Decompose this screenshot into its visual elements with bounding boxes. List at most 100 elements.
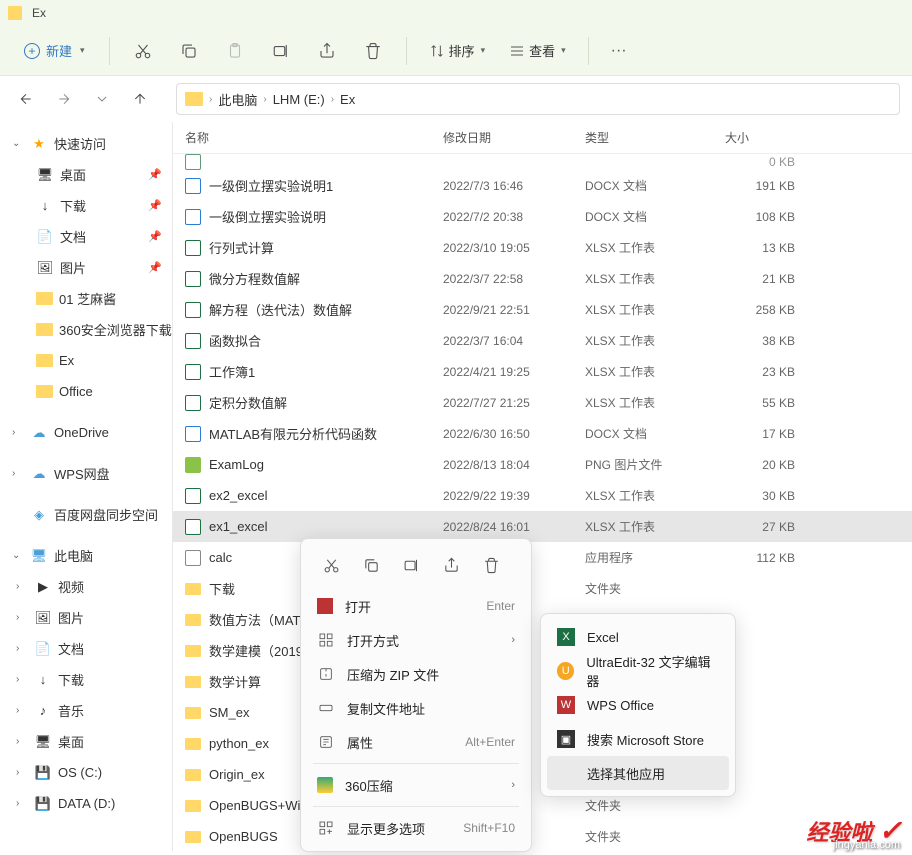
- file-row[interactable]: ExamLog2022/8/13 18:04PNG 图片文件20 KB: [173, 449, 912, 480]
- col-size[interactable]: 大小: [713, 129, 813, 146]
- submenu-wps[interactable]: W WPS Office: [547, 688, 729, 722]
- sidebar-quick-access[interactable]: ⌄ ★ 快速访问: [0, 128, 172, 159]
- ctx-rename-icon[interactable]: [393, 549, 429, 581]
- ctx-zip[interactable]: 压缩为 ZIP 文件: [307, 657, 525, 691]
- pic-icon: 🖼: [34, 610, 52, 626]
- sidebar-item[interactable]: ›♪音乐: [0, 695, 172, 726]
- file-row[interactable]: calc应用程序112 KB: [173, 542, 912, 573]
- file-row[interactable]: 下载 文件夹: [173, 573, 912, 604]
- breadcrumb-folder[interactable]: Ex: [340, 92, 355, 107]
- sidebar-item[interactable]: ›📄文档: [0, 633, 172, 664]
- file-row[interactable]: 一级倒立摆实验说明12022/7/3 16:46DOCX 文档191 KB: [173, 170, 912, 201]
- file-row[interactable]: ex1_excel2022/8/24 16:01XLSX 工作表27 KB: [173, 511, 912, 542]
- ctx-open-with[interactable]: 打开方式 ›: [307, 623, 525, 657]
- sidebar-item[interactable]: ↓下载📌: [0, 190, 172, 221]
- breadcrumb-drive[interactable]: LHM (E:): [273, 92, 325, 107]
- star-icon: ★: [30, 136, 48, 152]
- file-row[interactable]: OpenBUGS2022/5/6 22:03文件夹: [173, 821, 912, 851]
- props-icon: [317, 733, 335, 751]
- submenu-other[interactable]: 选择其他应用: [547, 756, 729, 790]
- file-name: ex2_excel: [209, 488, 268, 503]
- file-type: 文件夹: [573, 580, 713, 597]
- more-button[interactable]: ···: [603, 42, 635, 60]
- sidebar-thispc[interactable]: ⌄ 🖥 此电脑: [0, 540, 172, 571]
- file-row[interactable]: 一级倒立摆实验说明2022/7/2 20:38DOCX 文档108 KB: [173, 201, 912, 232]
- sidebar-item[interactable]: 360安全浏览器下载: [0, 314, 172, 345]
- file-row[interactable]: 行列式计算2022/3/10 19:05XLSX 工作表13 KB: [173, 232, 912, 263]
- file-row[interactable]: 函数拟合2022/3/7 16:04XLSX 工作表38 KB: [173, 325, 912, 356]
- copy-icon[interactable]: [170, 33, 208, 69]
- breadcrumb[interactable]: › 此电脑 › LHM (E:) › Ex: [176, 83, 900, 115]
- sidebar-item[interactable]: ›💾DATA (D:): [0, 788, 172, 819]
- file-row[interactable]: ex2_excel2022/9/22 19:39XLSX 工作表30 KB: [173, 480, 912, 511]
- chevron-right-icon: ›: [12, 468, 24, 479]
- folder-icon: [8, 6, 22, 20]
- submenu-msstore[interactable]: ▣ 搜索 Microsoft Store: [547, 722, 729, 756]
- sort-button[interactable]: 排序 ▾: [421, 41, 494, 60]
- sidebar-item[interactable]: Office: [0, 376, 172, 407]
- col-name[interactable]: 名称: [173, 129, 431, 146]
- paste-icon[interactable]: [216, 33, 254, 69]
- file-row[interactable]: MATLAB有限元分析代码函数2022/6/30 16:50DOCX 文档17 …: [173, 418, 912, 449]
- sidebar-item[interactable]: ›💾OS (C:): [0, 757, 172, 788]
- folder-icon: [36, 292, 53, 305]
- file-date: 2022/6/30 16:50: [431, 427, 573, 441]
- file-name: ex1_excel: [209, 519, 268, 534]
- sidebar-item[interactable]: ›↓下载: [0, 664, 172, 695]
- up-button[interactable]: [126, 85, 154, 113]
- new-button[interactable]: + 新建 ▾: [14, 35, 95, 66]
- ctx-share-icon[interactable]: [433, 549, 469, 581]
- sidebar-item[interactable]: 🖥桌面📌: [0, 159, 172, 190]
- breadcrumb-thispc[interactable]: 此电脑: [218, 90, 257, 109]
- file-name: MATLAB有限元分析代码函数: [209, 424, 377, 443]
- forward-button[interactable]: [50, 85, 78, 113]
- file-size: 108 KB: [713, 210, 813, 224]
- ctx-360zip[interactable]: 360压缩 ›: [307, 768, 525, 802]
- file-row[interactable]: 解方程（迭代法）数值解2022/9/21 22:51XLSX 工作表258 KB: [173, 294, 912, 325]
- sidebar-item[interactable]: Ex: [0, 345, 172, 376]
- file-type: 文件夹: [573, 828, 713, 845]
- file-row[interactable]: 工作簿12022/4/21 19:25XLSX 工作表23 KB: [173, 356, 912, 387]
- file-name: 一级倒立摆实验说明: [209, 207, 326, 226]
- back-button[interactable]: [12, 85, 40, 113]
- ctx-properties[interactable]: 属性 Alt+Enter: [307, 725, 525, 759]
- col-type[interactable]: 类型: [573, 129, 713, 146]
- chevron-right-icon: ›: [16, 612, 28, 623]
- sidebar-item[interactable]: 01 芝麻酱: [0, 283, 172, 314]
- sidebar-item[interactable]: 🖼图片📌: [0, 252, 172, 283]
- file-row[interactable]: 0 KB: [173, 154, 912, 170]
- open-icon: [317, 598, 333, 614]
- ctx-open[interactable]: 打开 Enter: [307, 589, 525, 623]
- sidebar-label: 桌面: [60, 165, 86, 184]
- sidebar-item[interactable]: 📄文档📌: [0, 221, 172, 252]
- pin-icon: 📌: [148, 168, 162, 181]
- sidebar-item[interactable]: ›🖼图片: [0, 602, 172, 633]
- rename-icon[interactable]: [262, 33, 300, 69]
- ultraedit-icon: U: [557, 662, 574, 680]
- ctx-delete-icon[interactable]: [473, 549, 509, 581]
- ctx-copy-path[interactable]: 复制文件地址: [307, 691, 525, 725]
- recent-button[interactable]: [88, 85, 116, 113]
- cut-icon[interactable]: [124, 33, 162, 69]
- delete-icon[interactable]: [354, 33, 392, 69]
- sidebar-baidu[interactable]: › ◈ 百度网盘同步空间: [0, 499, 172, 530]
- share-icon[interactable]: [308, 33, 346, 69]
- submenu-excel[interactable]: X Excel: [547, 620, 729, 654]
- ctx-copy-icon[interactable]: [353, 549, 389, 581]
- sidebar-wps[interactable]: › ☁ WPS网盘: [0, 458, 172, 489]
- file-name: 定积分数值解: [209, 393, 287, 412]
- ctx-cut-icon[interactable]: [313, 549, 349, 581]
- ctx-more[interactable]: 显示更多选项 Shift+F10: [307, 811, 525, 845]
- view-button[interactable]: 查看 ▾: [501, 41, 574, 60]
- file-name: calc: [209, 550, 232, 565]
- file-name: 下载: [209, 579, 235, 598]
- file-row[interactable]: 定积分数值解2022/7/27 21:25XLSX 工作表55 KB: [173, 387, 912, 418]
- folder-icon: [185, 92, 203, 106]
- col-date[interactable]: 修改日期: [431, 129, 573, 146]
- folder-icon: [185, 738, 201, 750]
- file-row[interactable]: 微分方程数值解2022/3/7 22:58XLSX 工作表21 KB: [173, 263, 912, 294]
- sidebar-onedrive[interactable]: › ☁ OneDrive: [0, 417, 172, 448]
- sidebar-item[interactable]: ›🖥桌面: [0, 726, 172, 757]
- submenu-ultraedit[interactable]: U UltraEdit-32 文字编辑器: [547, 654, 729, 688]
- sidebar-item[interactable]: ›▶视频: [0, 571, 172, 602]
